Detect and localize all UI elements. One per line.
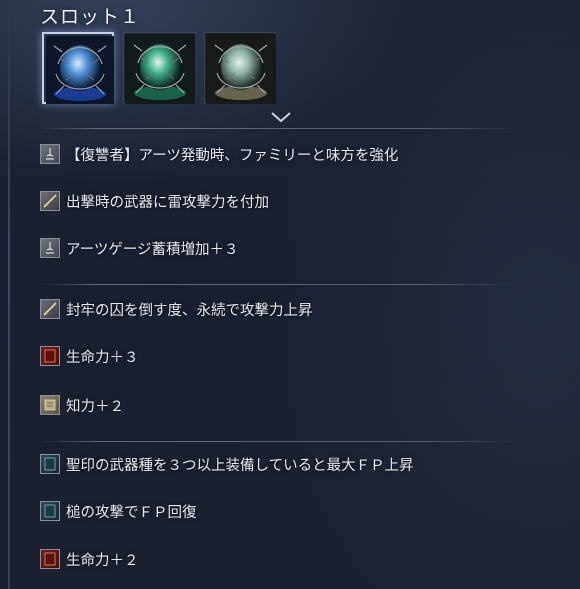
effect-row: 聖印の武器種を３つ以上装備していると最大ＦＰ上昇 — [40, 452, 540, 476]
group-divider — [40, 284, 520, 285]
effect-row: 出撃時の武器に雷攻撃力を付加 — [40, 189, 540, 213]
bell-icon — [40, 238, 60, 258]
relic-slot-tan[interactable] — [204, 32, 276, 104]
effect-row: 槌の攻撃でＦＰ回復 — [40, 499, 540, 523]
red-book-icon — [40, 549, 60, 569]
teal-book-icon — [40, 501, 60, 521]
effect-text: 槌の攻撃でＦＰ回復 — [66, 504, 197, 521]
effect-text: 生命力＋２ — [66, 552, 139, 569]
scroll-icon — [40, 395, 60, 415]
effect-row: アーツゲージ蓄積増加＋３ — [40, 236, 540, 260]
relic-slot-green[interactable] — [123, 32, 195, 104]
relic-tan-icon — [206, 34, 276, 104]
effect-row: 生命力＋３ — [40, 344, 540, 368]
chevron-down-icon — [271, 112, 291, 123]
sword-icon — [40, 191, 60, 211]
slot-title: スロット１ — [40, 6, 141, 28]
relic-slot-blue[interactable] — [42, 32, 114, 104]
effect-text: アーツゲージ蓄積増加＋３ — [66, 241, 239, 258]
effect-row: 生命力＋２ — [40, 547, 540, 571]
relic-green-icon — [125, 34, 195, 104]
effect-text: 封牢の囚を倒す度、永続で攻撃力上昇 — [66, 302, 313, 319]
panel-edge — [8, 0, 10, 589]
relic-blue-icon — [46, 36, 114, 104]
effect-row: 知力＋２ — [40, 393, 540, 417]
group-divider — [40, 441, 520, 442]
group-divider — [40, 128, 520, 129]
effect-text: 【復讐者】アーツ発動時、ファミリーと味方を強化 — [66, 147, 399, 164]
teal-book-icon — [40, 454, 60, 474]
effect-text: 出撃時の武器に雷攻撃力を付加 — [66, 194, 269, 211]
bell-icon — [40, 144, 60, 164]
effect-text: 聖印の武器種を３つ以上装備していると最大ＦＰ上昇 — [66, 457, 414, 474]
effect-text: 知力＋２ — [66, 398, 124, 415]
effect-row: 封牢の囚を倒す度、永続で攻撃力上昇 — [40, 297, 540, 321]
effect-text: 生命力＋３ — [66, 349, 139, 366]
sword-icon — [40, 299, 60, 319]
effect-row: 【復讐者】アーツ発動時、ファミリーと味方を強化 — [40, 142, 540, 166]
red-book-icon — [40, 346, 60, 366]
